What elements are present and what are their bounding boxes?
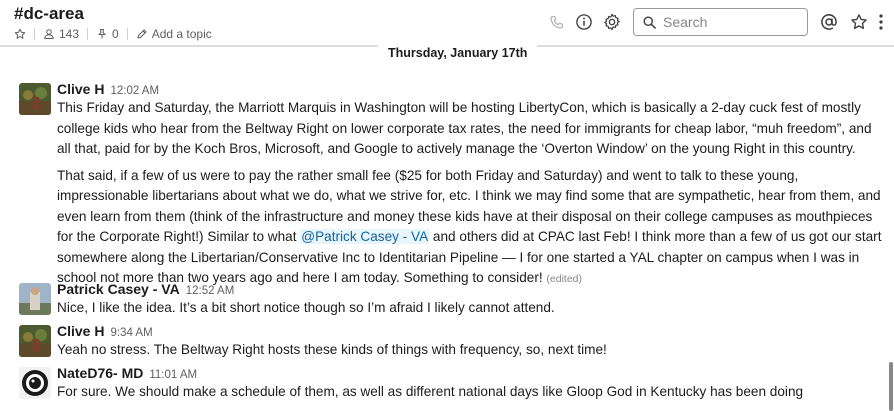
more-button[interactable] [874, 12, 888, 32]
timestamp[interactable]: 12:52 AM [186, 285, 235, 297]
pencil-icon [137, 29, 147, 39]
avatar[interactable] [19, 83, 51, 115]
user-mention[interactable]: @Patrick Casey - VA [300, 229, 430, 244]
message-text: Nice, I like the idea. It’s a bit short … [57, 300, 555, 315]
star-outline-icon [14, 28, 26, 39]
meta-divider [126, 28, 128, 40]
author-name[interactable]: Clive H [57, 81, 104, 97]
date-divider: Thursday, January 17th [0, 45, 894, 62]
starred-button[interactable] [849, 12, 869, 32]
meta-divider [87, 28, 89, 40]
info-icon [576, 14, 592, 30]
message-text: This Friday and Saturday, the Marriott M… [57, 98, 886, 290]
author-name[interactable]: Clive H [57, 323, 104, 339]
search-input[interactable] [663, 14, 803, 30]
scrollbar[interactable] [889, 362, 893, 411]
channel-header: #dc-area 143 0 Add a topic [0, 0, 894, 46]
channel-name[interactable]: #dc-area [14, 4, 84, 24]
search-box[interactable] [633, 8, 808, 36]
timestamp[interactable]: 11:01 AM [149, 369, 197, 381]
timestamp[interactable]: 12:02 AM [110, 85, 159, 97]
details-button[interactable] [574, 12, 594, 32]
star-channel-button[interactable] [14, 28, 26, 40]
add-topic-label: Add a topic [151, 27, 212, 41]
date-label[interactable]: Thursday, January 17th [378, 45, 538, 61]
timestamp[interactable]: 9:34 AM [110, 327, 152, 339]
search-icon [643, 16, 656, 29]
phone-icon [549, 15, 563, 29]
pin-icon [98, 29, 106, 39]
at-sign-icon [821, 14, 837, 30]
meta-divider [34, 28, 35, 40]
author-name[interactable]: NateD76- MD [57, 365, 143, 381]
member-count-button[interactable]: 143 [43, 27, 79, 41]
message: Patrick Casey - VA 12:52 AM Nice, I like… [0, 278, 894, 320]
settings-button[interactable] [602, 12, 622, 32]
add-topic-button[interactable]: Add a topic [136, 27, 212, 41]
message-list: Clive H 12:02 AM This Friday and Saturda… [0, 78, 894, 404]
pinned-count: 0 [112, 27, 119, 41]
member-count: 143 [59, 27, 80, 41]
message-paragraph: That said, if a few of us were to pay th… [57, 166, 886, 290]
avatar[interactable] [19, 367, 51, 399]
message: Clive H 12:02 AM This Friday and Saturda… [0, 78, 894, 285]
message: NateD76- MD 11:01 AM For sure. We should… [0, 362, 894, 404]
message-paragraph: This Friday and Saturday, the Marriott M… [57, 100, 872, 156]
channel-meta: 143 0 Add a topic [14, 27, 212, 41]
call-button[interactable] [546, 12, 566, 32]
pinned-count-button[interactable]: 0 [96, 27, 119, 41]
avatar[interactable] [19, 283, 51, 315]
author-name[interactable]: Patrick Casey - VA [57, 281, 180, 297]
person-icon [44, 29, 54, 39]
mentions-button[interactable] [819, 12, 839, 32]
more-vertical-icon [879, 14, 883, 30]
message: Clive H 9:34 AM Yeah no stress. The Belt… [0, 320, 894, 362]
message-text: For sure. We should make a schedule of t… [57, 384, 804, 399]
avatar[interactable] [19, 325, 51, 357]
gear-icon [604, 13, 620, 31]
star-icon [851, 14, 867, 30]
message-text: Yeah no stress. The Beltway Right hosts … [57, 342, 607, 357]
